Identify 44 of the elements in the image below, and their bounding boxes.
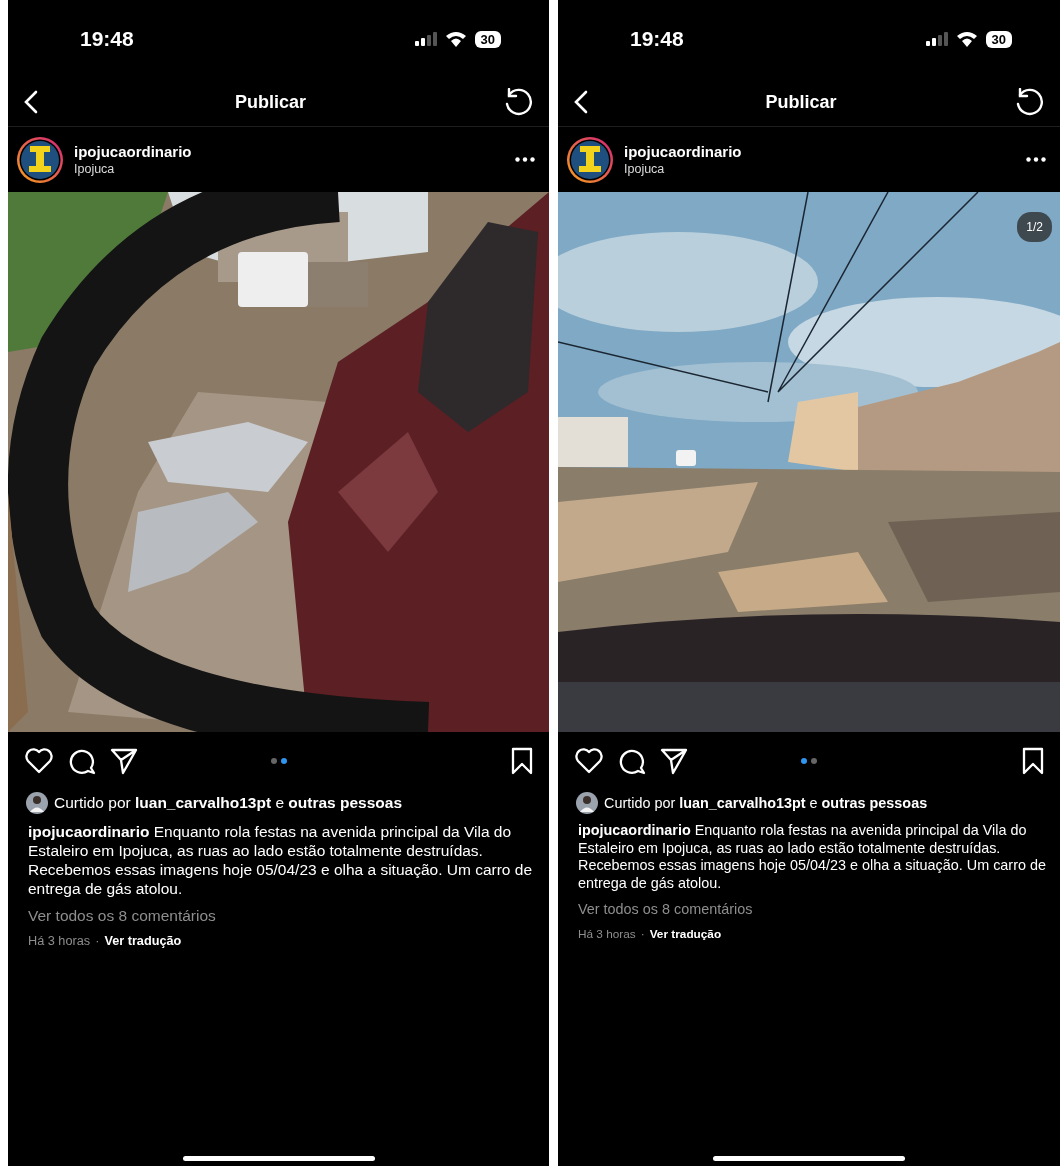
share-icon[interactable] (110, 747, 138, 775)
username[interactable]: ipojucaordinario (624, 143, 1016, 160)
more-icon[interactable] (1026, 157, 1046, 162)
view-comments-link[interactable]: Ver todos os 8 comentários (28, 906, 539, 926)
post-caption: ipojucaordinario Enquanto rola festas na avenida principal da Vila do Estaleiro em Ipojuca, as ruas ao lado estão totalmente destruídas. Recebemos essas imagens hoje 05/04/23 e olha a situação. Um carro de entrega de gás atolou. (578, 822, 1047, 893)
signal-icon (925, 32, 948, 46)
refresh-icon[interactable] (503, 88, 533, 116)
liked-by-text: Curtido por luan_carvalho13pt e outras pessoas (54, 794, 403, 812)
heart-icon[interactable] (24, 747, 54, 774)
translate-link[interactable]: Ver tradução (649, 926, 722, 942)
separator: · (640, 926, 645, 942)
translate-link[interactable]: Ver tradução (104, 933, 182, 949)
liked-by-text: Curtido por luan_carvalho13pt e outras pessoas (604, 795, 928, 811)
screen-title: Publicar (235, 91, 306, 113)
view-comments-link[interactable]: Ver todos os 8 comentários (578, 900, 1050, 919)
location[interactable]: Ipojuca (74, 162, 505, 176)
post-time: Há 3 horas (578, 926, 636, 942)
heart-icon[interactable] (574, 747, 604, 774)
back-icon[interactable] (24, 90, 38, 114)
post-time: Há 3 horas (28, 933, 91, 949)
refresh-icon[interactable] (1014, 88, 1044, 116)
post-caption: ipojucaordinario Enquanto rola festas na avenida principal da Vila do Estaleiro em Ipojuca, as ruas ao lado estão totalmente destruídas. Recebemos essas imagens hoje 05/04/23 e olha a situação. Um carro de entrega de gás atolou. (28, 822, 534, 899)
location[interactable]: Ipojuca (624, 162, 1016, 176)
avatar-icon (26, 792, 48, 814)
bookmark-icon[interactable] (511, 747, 533, 775)
bookmark-icon[interactable] (1022, 747, 1044, 775)
screen-title: Publicar (765, 91, 837, 113)
signal-icon (414, 32, 437, 46)
avatar-icon (576, 792, 598, 814)
comment-icon[interactable] (618, 747, 646, 775)
back-icon[interactable] (574, 90, 588, 114)
more-icon[interactable] (515, 157, 535, 162)
status-time: 19:48 (80, 27, 134, 51)
username[interactable]: ipojucaordinario (74, 143, 505, 160)
share-icon[interactable] (660, 747, 688, 775)
status-time: 19:48 (630, 27, 684, 51)
battery-level: 30 (985, 30, 1012, 48)
wifi-icon (955, 31, 978, 47)
wifi-icon (444, 31, 467, 47)
separator: · (95, 933, 100, 949)
avatar-icon[interactable] (566, 135, 614, 184)
avatar-icon[interactable] (16, 135, 64, 184)
battery-level: 30 (474, 30, 501, 48)
comment-icon[interactable] (68, 747, 96, 775)
